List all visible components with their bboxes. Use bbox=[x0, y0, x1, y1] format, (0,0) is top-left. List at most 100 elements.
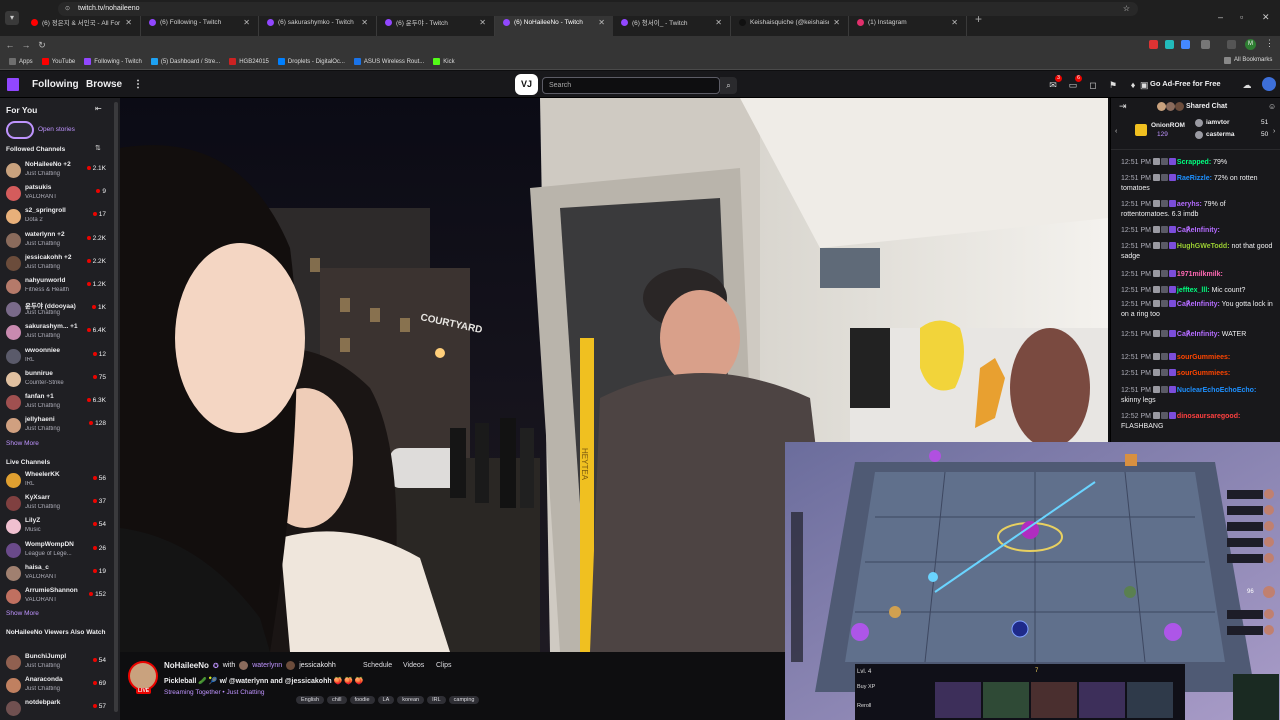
sidebar-channel[interactable]: waterlynn +2 Just Chatting 2.2K bbox=[0, 229, 112, 252]
chat-username[interactable]: Ca℟eInfinity: bbox=[1177, 331, 1220, 338]
sidebar-channel[interactable]: notdebpark 57 bbox=[0, 697, 112, 720]
prime-icon[interactable]: ▣ bbox=[1140, 80, 1149, 90]
maximize-icon[interactable]: ▫ bbox=[1240, 12, 1243, 22]
stream-tag[interactable]: English bbox=[296, 696, 325, 704]
collapse-sidebar-icon[interactable]: ⇤ bbox=[95, 104, 102, 113]
streamer-avatar[interactable] bbox=[128, 661, 158, 691]
buy-xp-button[interactable]: Buy XP bbox=[857, 684, 875, 690]
vj-extension-logo[interactable]: VJ bbox=[515, 74, 538, 95]
chat-username[interactable]: 1971milkmilk: bbox=[1177, 271, 1223, 278]
extension-3-icon[interactable] bbox=[1181, 40, 1190, 49]
crown-icon[interactable]: ♦ bbox=[1128, 80, 1138, 90]
chat-username[interactable]: sourGummiees: bbox=[1177, 370, 1230, 377]
sidebar-channel[interactable]: bunnirue Counter-Strike 75 bbox=[0, 368, 112, 391]
profile-avatar[interactable]: M bbox=[1245, 39, 1256, 50]
users-icon[interactable]: ☺ bbox=[1268, 102, 1276, 111]
sidebar-channel[interactable]: s2_springroll Dota 2 17 bbox=[0, 205, 112, 228]
user-avatar[interactable] bbox=[1262, 77, 1276, 91]
stream-tag[interactable]: korean bbox=[397, 696, 425, 704]
open-stories-link[interactable]: Open stories bbox=[38, 126, 75, 133]
bookmark-item[interactable]: (5) Dashboard / Stre... bbox=[150, 58, 220, 65]
tab-close-icon[interactable]: ✕ bbox=[598, 18, 605, 27]
bookmark-item[interactable]: YouTube bbox=[41, 58, 75, 65]
reload-icon[interactable]: ↻ bbox=[34, 40, 50, 51]
stream-tag[interactable]: camping bbox=[448, 696, 480, 704]
chat-username[interactable]: sourGummiees: bbox=[1177, 354, 1230, 361]
bookmark-item[interactable]: HGB24015 bbox=[229, 58, 269, 65]
sidebar-channel[interactable]: wwoonniee IRL 12 bbox=[0, 345, 112, 368]
streaming-together[interactable]: Streaming Together • Just Chatting bbox=[164, 689, 264, 696]
chat-username[interactable]: HughGWeTodd: bbox=[1177, 243, 1230, 250]
tab-videos[interactable]: Videos bbox=[403, 662, 424, 669]
reroll-button[interactable]: Reroll bbox=[857, 703, 871, 709]
bookmark-item[interactable]: ASUS Wireless Rout... bbox=[353, 58, 424, 65]
tab-close-icon[interactable]: ✕ bbox=[951, 18, 958, 27]
chat-username[interactable]: Ca℟eInfinity: bbox=[1177, 227, 1220, 234]
tab-close-icon[interactable]: ✕ bbox=[361, 18, 368, 27]
sidepanel-icon[interactable] bbox=[1227, 40, 1236, 49]
bits-icon[interactable]: ⚑ bbox=[1108, 80, 1118, 90]
channel-name[interactable]: NoHaileeNo bbox=[164, 661, 209, 670]
bookmark-item[interactable]: Droplets - DigitalOc... bbox=[277, 58, 345, 65]
chat-username[interactable]: dinosaursaregood: bbox=[1177, 413, 1240, 420]
site-info-icon[interactable]: ⊙ bbox=[65, 2, 70, 16]
close-window-icon[interactable]: ✕ bbox=[1262, 12, 1270, 23]
stream-tag[interactable]: chill bbox=[327, 696, 347, 704]
collab2-avatar[interactable] bbox=[286, 661, 296, 670]
sidebar-channel[interactable]: 윤두야 (ddooyaa) Just Chatting 1K bbox=[0, 298, 112, 321]
stories-avatar[interactable] bbox=[6, 121, 34, 139]
following-link[interactable]: Following bbox=[32, 79, 79, 90]
chat-username[interactable]: jefftex_lll: bbox=[1177, 287, 1210, 294]
show-more-live[interactable]: Show More bbox=[6, 610, 39, 617]
chat-username[interactable]: NuclearEchoEchoEcho: bbox=[1177, 387, 1256, 394]
tab-clips[interactable]: Clips bbox=[436, 662, 452, 669]
twitch-logo-icon[interactable] bbox=[7, 78, 19, 91]
sidebar-channel[interactable]: sakurashym... +1 Just Chatting 6.4K bbox=[0, 321, 112, 344]
chat-bubble-icon[interactable]: ◻ bbox=[1088, 80, 1098, 90]
sidebar-channel[interactable]: jessicakohh +2 Just Chatting 2.2K bbox=[0, 252, 112, 275]
ad-free-button[interactable]: Go Ad-Free for Free bbox=[1150, 79, 1221, 88]
extension-1-icon[interactable] bbox=[1149, 40, 1158, 49]
sidebar-channel[interactable]: haisa_c VALORANT 19 bbox=[0, 562, 112, 585]
search-icon[interactable]: ⌕ bbox=[720, 77, 737, 94]
sidebar-channel[interactable]: LilyZ Music 54 bbox=[0, 515, 112, 538]
tab-close-icon[interactable]: ✕ bbox=[243, 18, 250, 27]
back-icon[interactable]: ← bbox=[2, 40, 18, 50]
sidebar-channel[interactable]: patsukis VALORANT 9 bbox=[0, 182, 112, 205]
tab-close-icon[interactable]: ✕ bbox=[833, 18, 840, 27]
chat-username[interactable]: RaeRizzle: bbox=[1177, 175, 1212, 182]
url-bar[interactable]: ⊙ twitch.tv/nohaileeno ☆ bbox=[58, 2, 1138, 16]
collab1-name[interactable]: waterlynn bbox=[252, 662, 282, 669]
browser-menu-icon[interactable]: ⋮ bbox=[1265, 38, 1274, 49]
bookmark-item[interactable]: Apps bbox=[9, 58, 33, 65]
more-menu-icon[interactable]: ⋮ bbox=[133, 79, 143, 90]
stream-tag[interactable]: foodie bbox=[349, 696, 375, 704]
sidebar-channel[interactable]: WompWompDN League of Lege... 26 bbox=[0, 539, 112, 562]
stream-tag[interactable]: IRL bbox=[427, 696, 446, 704]
sidebar-channel[interactable]: fanfan +1 Just Chatting 6.3K bbox=[0, 391, 112, 414]
cloud-icon[interactable]: ☁ bbox=[1242, 80, 1252, 90]
stream-tag[interactable]: LA bbox=[377, 696, 395, 704]
tab-close-icon[interactable]: ✕ bbox=[125, 18, 132, 27]
extension-2-icon[interactable] bbox=[1165, 40, 1174, 49]
tab-search-icon[interactable]: ▾ bbox=[5, 11, 19, 25]
tab-close-icon[interactable]: ✕ bbox=[715, 18, 722, 27]
search-input[interactable]: Search bbox=[542, 77, 720, 94]
all-bookmarks[interactable]: All Bookmarks bbox=[1224, 57, 1272, 64]
sidebar-channel[interactable]: WheelerKK IRL 56 bbox=[0, 469, 112, 492]
prev-icon[interactable]: ‹ bbox=[1115, 128, 1117, 135]
collab1-avatar[interactable] bbox=[239, 661, 249, 670]
browse-link[interactable]: Browse bbox=[86, 79, 122, 90]
chat-username[interactable]: Scrapped: bbox=[1177, 159, 1211, 166]
chat-username[interactable]: aeryhs: bbox=[1177, 201, 1202, 208]
tab-schedule[interactable]: Schedule bbox=[363, 662, 392, 669]
minimize-icon[interactable]: – bbox=[1218, 12, 1223, 22]
sidebar-channel[interactable]: ArrumieShannon VALORANT 152 bbox=[0, 585, 112, 608]
sidebar-scrollbar[interactable] bbox=[114, 102, 118, 712]
chat-username[interactable]: Ca℟eInfinity: bbox=[1177, 301, 1220, 308]
sidebar-channel[interactable]: KyXsarr Just Chatting 37 bbox=[0, 492, 112, 515]
sidebar-channel[interactable]: BunchiJumpl Just Chatting 54 bbox=[0, 651, 112, 674]
sidebar-channel[interactable]: nahyunworld Fitness & Health 1.2K bbox=[0, 275, 112, 298]
next-icon[interactable]: › bbox=[1273, 128, 1275, 135]
forward-icon[interactable]: → bbox=[18, 40, 34, 50]
